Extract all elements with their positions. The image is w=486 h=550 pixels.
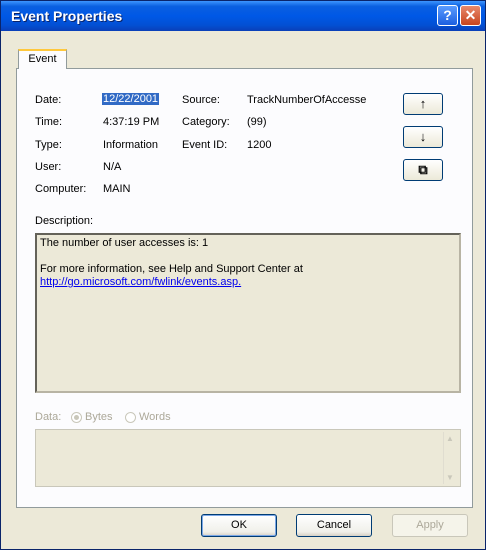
computer-value[interactable]: MAIN: [103, 183, 131, 195]
eventid-value[interactable]: 1200: [247, 139, 271, 151]
source-label: Source:: [182, 94, 220, 106]
category-label: Category:: [182, 116, 230, 128]
type-label: Type:: [35, 139, 62, 151]
scroll-down-icon: ▼: [446, 473, 454, 482]
category-value[interactable]: (99): [247, 116, 267, 128]
eventid-label: Event ID:: [182, 139, 228, 151]
close-icon: ✕: [464, 7, 477, 23]
date-label: Date:: [35, 94, 62, 106]
help-link[interactable]: http://go.microsoft.com/fwlink/events.as…: [40, 276, 241, 288]
arrow-up-icon: ↑: [419, 96, 427, 111]
copy-button[interactable]: ⧉: [403, 159, 443, 181]
words-radio[interactable]: [125, 412, 136, 423]
bytes-radio[interactable]: [71, 412, 82, 423]
description-line: For more information, see Help and Suppo…: [40, 263, 303, 275]
ok-button[interactable]: OK: [201, 514, 277, 537]
computer-label: Computer:: [35, 183, 87, 195]
user-label: User:: [35, 161, 62, 173]
words-radio-label: Words: [139, 411, 171, 423]
close-button[interactable]: ✕: [460, 5, 481, 26]
type-value[interactable]: Information: [103, 139, 158, 151]
help-button[interactable]: ?: [437, 5, 458, 26]
description-box[interactable]: The number of user accesses is: 1 For mo…: [35, 233, 461, 393]
scroll-up-icon: ▲: [446, 434, 454, 443]
date-value[interactable]: 12/22/2001: [102, 93, 160, 105]
source-value[interactable]: TrackNumberOfAccesse: [247, 94, 366, 106]
arrow-down-icon: ↓: [419, 129, 427, 144]
title-bar[interactable]: Event Properties ? ✕: [1, 1, 485, 31]
data-box[interactable]: ▲ ▼: [35, 429, 461, 487]
time-value[interactable]: 4:37:19 PM: [103, 116, 159, 128]
bytes-radio-label: Bytes: [85, 411, 113, 423]
description-line: The number of user accesses is: 1: [40, 237, 209, 249]
cancel-button[interactable]: Cancel: [296, 514, 372, 537]
event-properties-window: Event Properties ? ✕ Event Date: 12/22/2…: [0, 0, 486, 550]
apply-button[interactable]: Apply: [392, 514, 468, 537]
next-event-button[interactable]: ↓: [403, 126, 443, 148]
tab-event[interactable]: Event: [18, 49, 67, 69]
help-icon: ?: [443, 7, 452, 23]
time-label: Time:: [35, 116, 63, 128]
data-scrollbar[interactable]: ▲ ▼: [443, 432, 458, 484]
previous-event-button[interactable]: ↑: [403, 93, 443, 115]
data-label: Data:: [35, 411, 62, 423]
user-value[interactable]: N/A: [103, 161, 121, 173]
description-label: Description:: [35, 215, 94, 227]
copy-icon: ⧉: [418, 162, 428, 177]
window-title: Event Properties: [11, 8, 123, 24]
